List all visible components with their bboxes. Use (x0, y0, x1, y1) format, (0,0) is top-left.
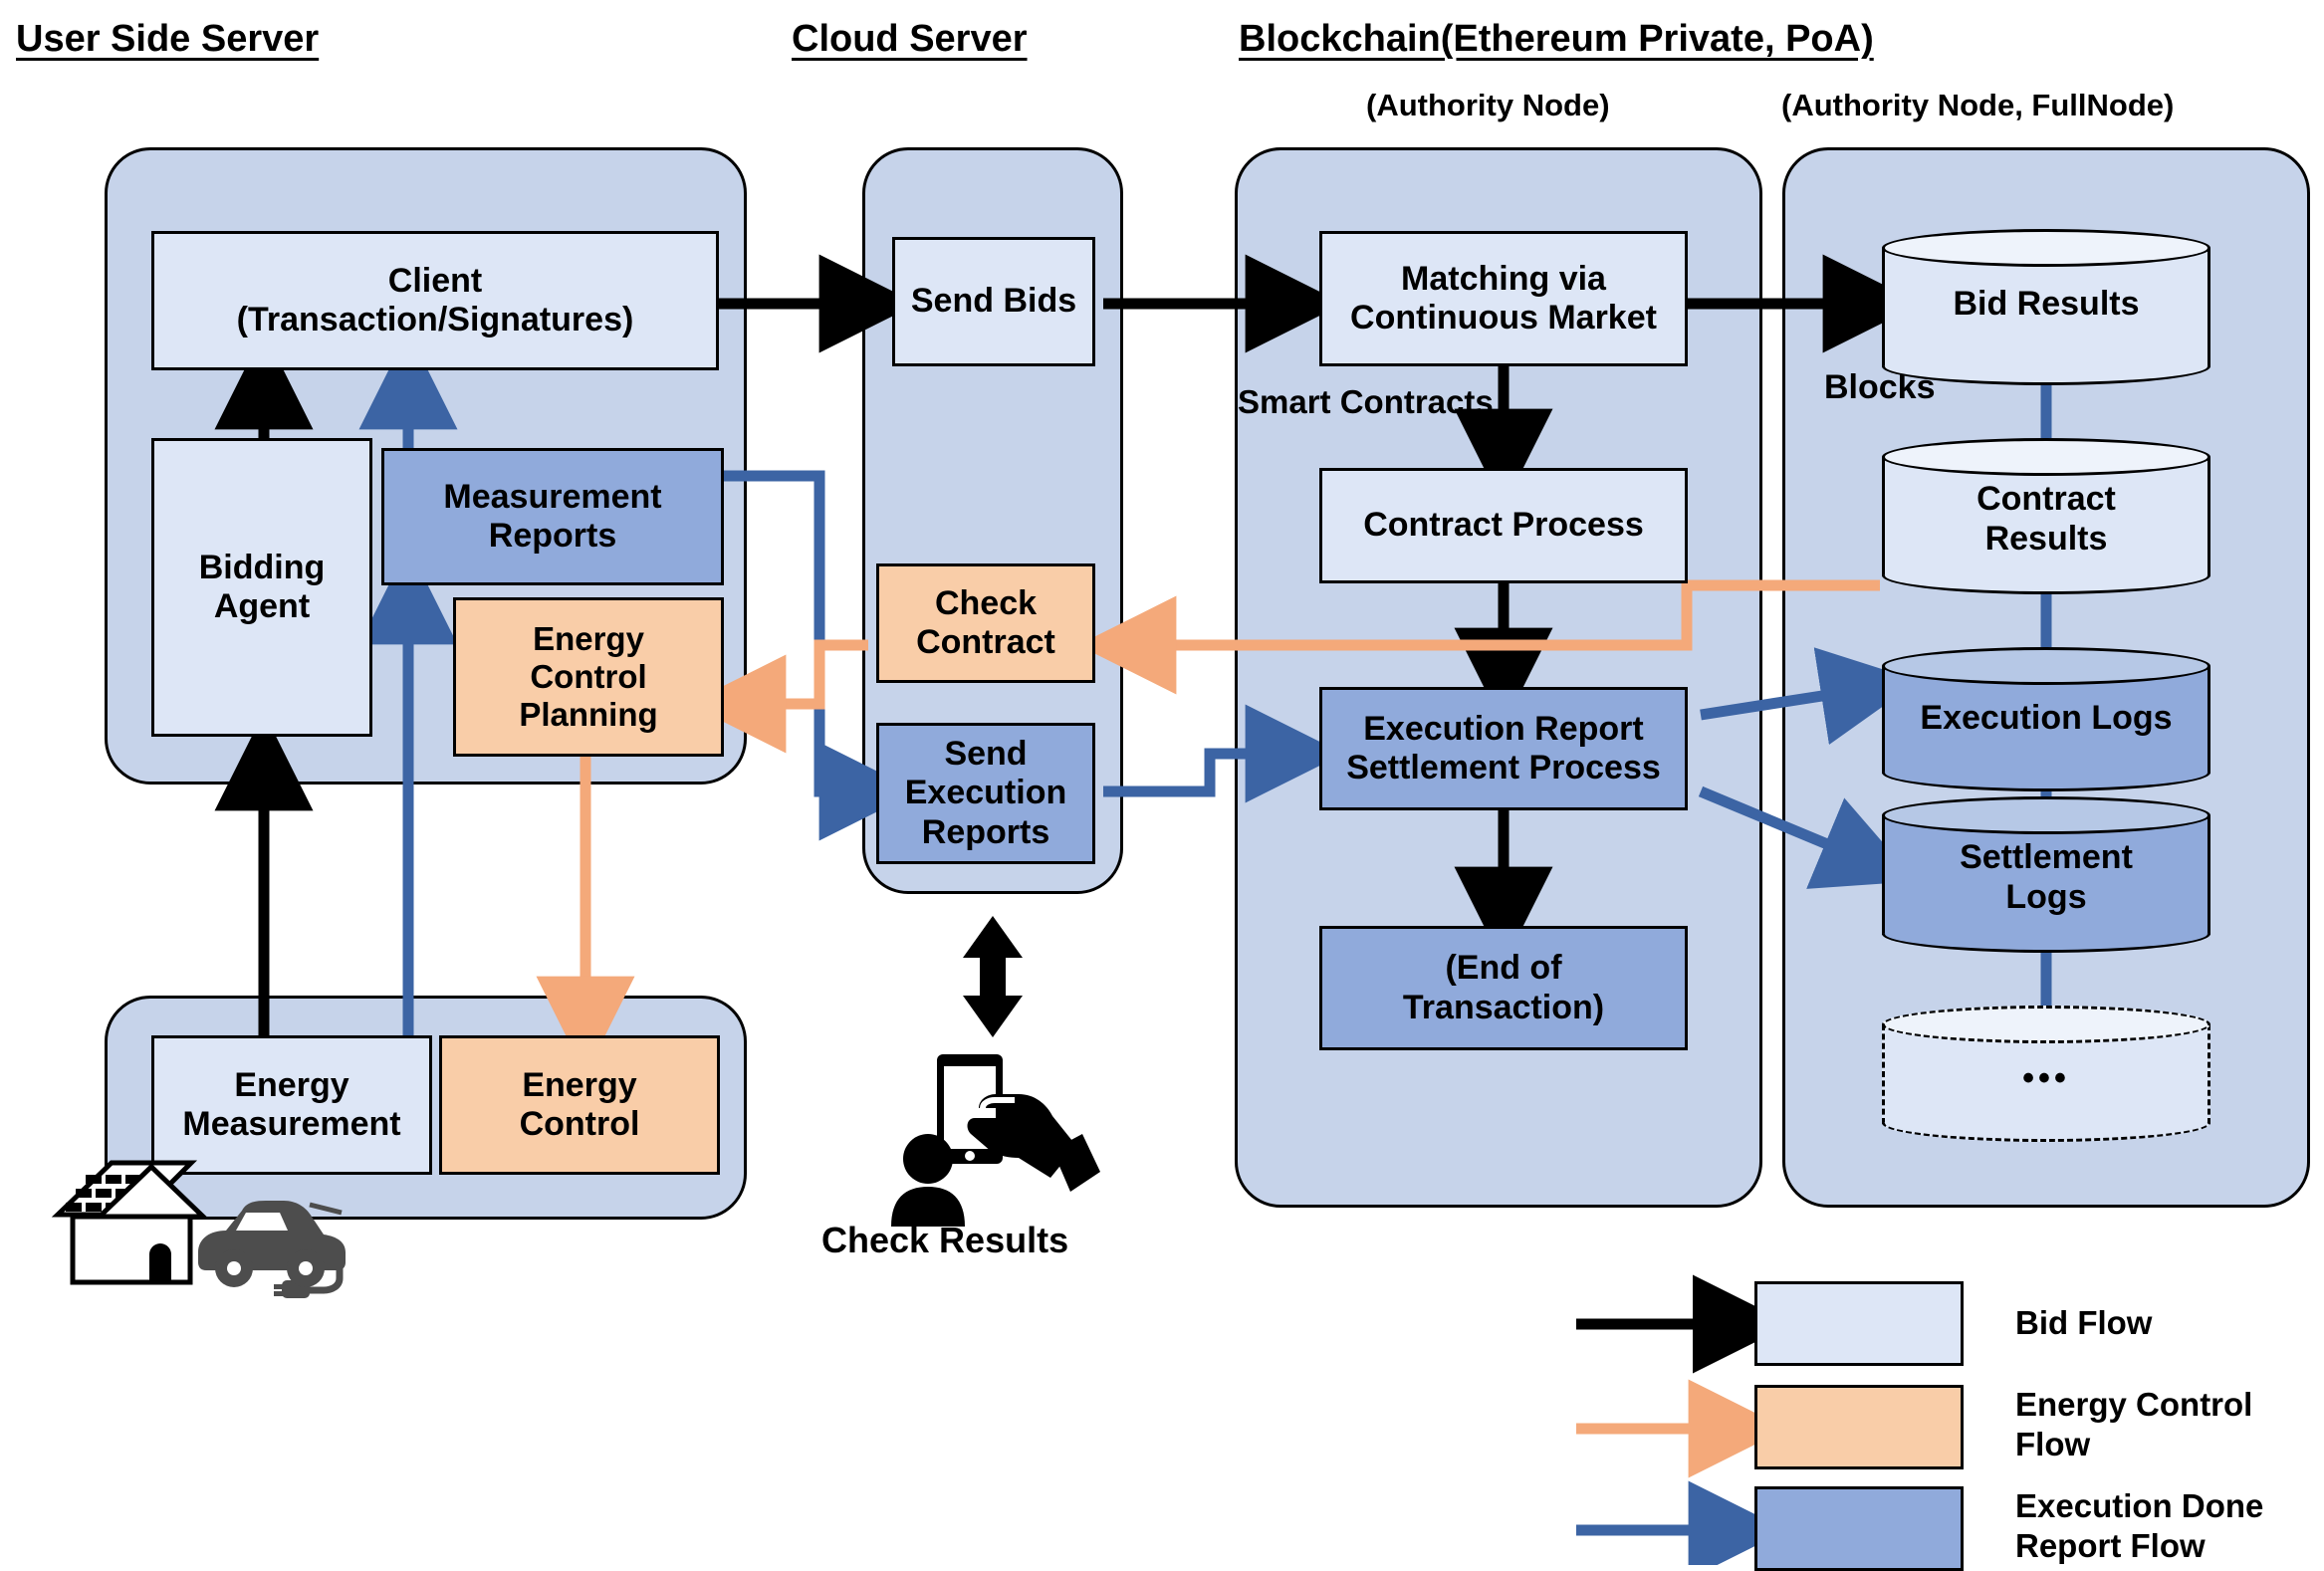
column-title-cloud-server: Cloud Server (792, 18, 1028, 60)
node-energy-control-planning[interactable]: Energy Control Planning (453, 597, 724, 757)
node-energy-control-planning-line3: Planning (519, 695, 658, 733)
diagram-canvas: User Side Server Cloud Server Blockchain… (0, 0, 2324, 1571)
cylinder-top (1882, 229, 2210, 267)
node-energy-control-planning-line1: Energy (533, 620, 644, 658)
cylinder-contract-results-label-line2: Results (1984, 520, 2108, 558)
label-smart-contracts: Smart Contracts (1238, 383, 1494, 420)
up-down-arrow-icon (963, 916, 1023, 1037)
person-icon (891, 1134, 965, 1227)
node-client-line2: (Transaction/Signatures) (236, 301, 634, 338)
legend-label-energy-control-flow-line1: Energy Control (2015, 1386, 2253, 1423)
cylinder-top (1882, 796, 2210, 834)
node-end-of-transaction[interactable]: (End of Transaction) (1319, 926, 1688, 1050)
legend-swatch-bid-flow (1754, 1281, 1964, 1366)
node-execution-settlement-line2: Settlement Process (1346, 749, 1661, 786)
cylinder-bid-results-label: Bid Results (1953, 285, 2140, 323)
node-contract-process[interactable]: Contract Process (1319, 468, 1688, 583)
cylinder-more-blocks-label: ••• (2022, 1059, 2070, 1097)
node-client-line1: Client (387, 261, 483, 300)
node-send-execution-reports[interactable]: Send Execution Reports (876, 723, 1095, 864)
node-measurement-reports-line1: Measurement (443, 477, 662, 516)
cylinder-settlement-logs-label-line1: Settlement (1960, 838, 2133, 876)
node-send-bids[interactable]: Send Bids (892, 237, 1095, 366)
node-execution-report-settlement-process[interactable]: Execution Report Settlement Process (1319, 687, 1688, 810)
node-energy-control-line1: Energy (522, 1065, 637, 1104)
node-matching-line1: Matching via (1401, 259, 1606, 298)
column-title-user-side-server: User Side Server (16, 18, 320, 60)
node-end-of-transaction-line1: (End of (1445, 949, 1562, 988)
node-energy-measurement-line2: Measurement (182, 1105, 401, 1143)
legend-label-execution-done-report-flow-line2: Report Flow (2015, 1527, 2206, 1564)
node-energy-control[interactable]: Energy Control (439, 1035, 720, 1175)
node-check-contract-line2: Contract (916, 623, 1055, 661)
node-energy-control-planning-line2: Control (530, 658, 647, 696)
node-bidding-agent-line1: Bidding (198, 548, 326, 586)
node-send-execution-reports-line1: Send (944, 735, 1028, 774)
node-send-execution-reports-line2: Execution (904, 774, 1067, 812)
column-sub-authority-node: (Authority Node) (1366, 88, 1610, 122)
label-check-results: Check Results (821, 1220, 1069, 1260)
node-send-execution-reports-line3: Reports (921, 812, 1050, 851)
node-bidding-agent[interactable]: Bidding Agent (151, 438, 372, 737)
legend-swatch-execution-done-report-flow (1754, 1486, 1964, 1571)
legend-label-bid-flow: Bid Flow (2015, 1304, 2153, 1341)
node-check-contract-line1: Check (934, 583, 1038, 622)
node-end-of-transaction-line2: Transaction) (1402, 988, 1605, 1026)
node-client[interactable]: Client (Transaction/Signatures) (151, 231, 719, 370)
cylinder-top (1882, 438, 2210, 476)
node-measurement-reports[interactable]: Measurement Reports (381, 448, 724, 585)
legend-swatch-energy-control-flow (1754, 1385, 1964, 1469)
node-measurement-reports-line2: Reports (488, 517, 617, 555)
column-title-blockchain: Blockchain(Ethereum Private, PoA) (1239, 18, 1874, 60)
node-check-contract[interactable]: Check Contract (876, 563, 1095, 683)
cylinder-top (1882, 1006, 2210, 1043)
legend-label-execution-done-report-flow-line1: Execution Done (2015, 1487, 2264, 1524)
legend-label-energy-control-flow-line2: Flow (2015, 1426, 2091, 1462)
cylinder-execution-logs-label: Execution Logs (1920, 699, 2173, 737)
column-sub-authority-fullnode: (Authority Node, FullNode) (1781, 88, 2175, 122)
cylinder-top (1882, 647, 2210, 685)
node-matching-via-continuous-market[interactable]: Matching via Continuous Market (1319, 231, 1688, 366)
node-energy-measurement-line1: Energy (234, 1065, 349, 1104)
node-energy-control-line2: Control (519, 1105, 640, 1143)
node-matching-line2: Continuous Market (1350, 299, 1657, 337)
node-bidding-agent-line2: Agent (213, 587, 311, 625)
node-execution-settlement-line1: Execution Report (1363, 709, 1644, 748)
cylinder-settlement-logs-label-line2: Logs (2005, 878, 2087, 916)
electric-car-icon (198, 1201, 346, 1298)
cylinder-contract-results-label-line1: Contract (1976, 480, 2116, 518)
node-energy-measurement[interactable]: Energy Measurement (151, 1035, 432, 1175)
